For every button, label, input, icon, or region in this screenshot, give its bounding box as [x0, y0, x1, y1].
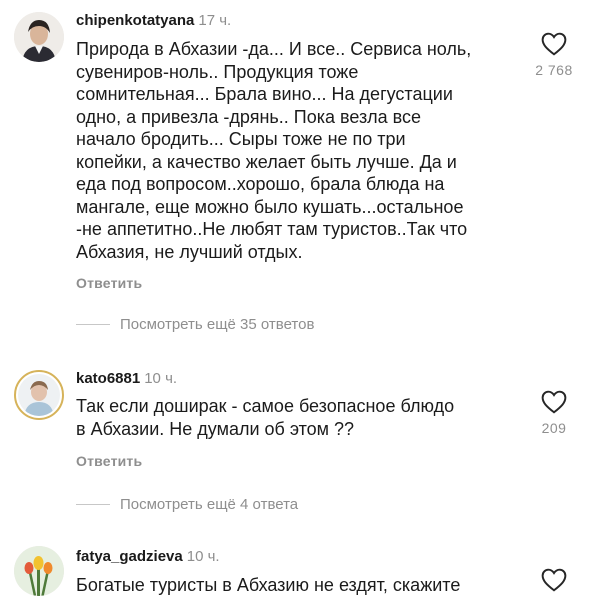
- text-line: начало бродить... Сыры тоже не по три: [76, 129, 406, 149]
- text-line: в Абхазии. Не думали об этом ??: [76, 418, 355, 439]
- heart-outline-icon: [541, 568, 567, 592]
- text-line: копейки, а качество желает быть лучше. Д…: [76, 151, 457, 172]
- text-line: одно, а привезла -дрянь.. Пока везла все: [76, 106, 421, 127]
- like-count: 2 768: [535, 62, 573, 78]
- comment-item: fatya_gadzieva 10 ч. Богатые туристы в Аб…: [0, 540, 600, 600]
- avatar-photo: [18, 374, 60, 416]
- comment-meta: chipenkotatyana 17 ч.: [76, 12, 231, 30]
- avatar[interactable]: [14, 370, 64, 420]
- view-replies-label: Посмотреть ещё 35 ответов: [120, 316, 315, 333]
- username[interactable]: chipenkotatyana: [76, 12, 194, 29]
- reply-button[interactable]: Ответить: [76, 275, 142, 291]
- text-line: Природа в Абхазии -да... И все.. Сервиса…: [76, 39, 472, 59]
- comment-item: kato6881 10 ч. Так если доширак - самое б…: [0, 362, 600, 522]
- text-line: еда под вопросом..хорошо, брала блюда на: [76, 174, 445, 194]
- like-button[interactable]: 209: [532, 390, 576, 436]
- comment-meta: fatya_gadzieva 10 ч.: [76, 548, 220, 566]
- avatar[interactable]: [14, 546, 64, 596]
- text-line: Богатые туристы в Абхазию не ездят, скаж…: [76, 575, 461, 595]
- text-line: сувениров-ноль.. Продукция тоже: [76, 61, 359, 82]
- timestamp: 10 ч.: [144, 370, 178, 387]
- avatar-photo: [14, 12, 64, 62]
- timestamp: 10 ч.: [186, 548, 220, 565]
- text-line: -не аппетитно..Не любят там туристов..Та…: [76, 219, 468, 239]
- text-line: мангале, еще можно было кушать...остальн…: [76, 196, 464, 217]
- timestamp: 17 ч.: [198, 12, 232, 29]
- text-line: сомнительная... Брала вино... На дегуста…: [76, 84, 453, 104]
- view-replies-button[interactable]: Посмотреть ещё 35 ответов: [76, 316, 314, 333]
- avatar-photo: [14, 546, 64, 596]
- text-line: Абхазия, не лучший отдых.: [76, 241, 303, 262]
- heart-outline-icon: [541, 32, 567, 56]
- view-replies-label: Посмотреть ещё 4 ответа: [120, 496, 299, 513]
- username[interactable]: fatya_gadzieva: [76, 548, 183, 565]
- like-button[interactable]: [532, 568, 576, 592]
- divider-line: [76, 504, 110, 505]
- view-replies-button[interactable]: Посмотреть ещё 4 ответа: [76, 496, 298, 513]
- comment-meta: kato6881 10 ч.: [76, 370, 177, 388]
- avatar[interactable]: [14, 12, 64, 62]
- text-line: Так если доширак - самое безопасное блюд…: [76, 396, 455, 416]
- reply-button[interactable]: Ответить: [76, 453, 142, 469]
- comment-text: Богатые туристы в Абхазию не ездят, скаж…: [76, 574, 526, 597]
- divider-line: [76, 324, 110, 325]
- comment-text: Так если доширак - самое безопасное блюд…: [76, 395, 526, 440]
- comment-text: Природа в Абхазии -да... И все.. Сервиса…: [76, 38, 526, 263]
- like-button[interactable]: 2 768: [532, 32, 576, 78]
- comment-item: chipenkotatyana 17 ч. Природа в Абхазии -…: [0, 0, 600, 345]
- like-count: 209: [541, 420, 567, 436]
- heart-outline-icon: [541, 390, 567, 414]
- username[interactable]: kato6881: [76, 370, 140, 387]
